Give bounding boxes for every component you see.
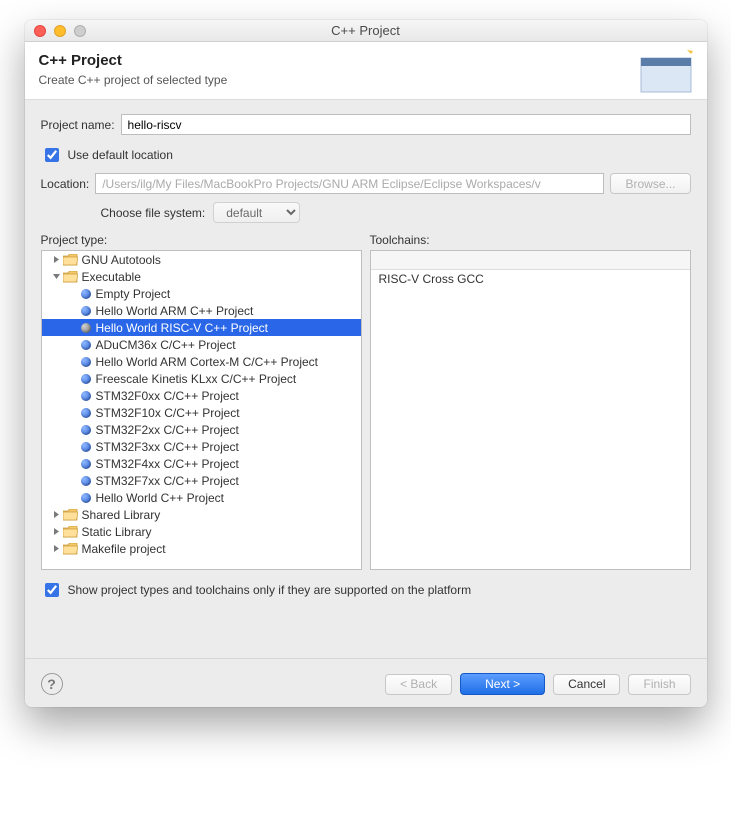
location-label: Location: xyxy=(41,177,90,191)
tree-item-label: STM32F7xx C/C++ Project xyxy=(96,474,239,488)
tree-item[interactable]: STM32F4xx C/C++ Project xyxy=(42,455,361,472)
tree-item-label: Hello World C++ Project xyxy=(96,491,225,505)
browse-button: Browse... xyxy=(610,173,690,194)
tree-item-label: Executable xyxy=(82,270,141,284)
project-template-icon xyxy=(81,306,91,316)
project-template-icon xyxy=(81,323,91,333)
project-name-input[interactable] xyxy=(121,114,691,135)
tree-item-label: Empty Project xyxy=(96,287,171,301)
page-title: C++ Project xyxy=(39,52,693,69)
dialog-header: C++ Project Create C++ project of select… xyxy=(25,42,707,100)
tree-item[interactable]: STM32F7xx C/C++ Project xyxy=(42,472,361,489)
tree-item-label: Hello World RISC-V C++ Project xyxy=(96,321,269,335)
tree-item-label: STM32F0xx C/C++ Project xyxy=(96,389,239,403)
use-default-location-label: Use default location xyxy=(68,148,173,162)
cancel-button[interactable]: Cancel xyxy=(553,674,620,695)
project-name-label: Project name: xyxy=(41,118,115,132)
titlebar: C++ Project xyxy=(25,20,707,42)
tree-item-label: Shared Library xyxy=(82,508,161,522)
tree-item[interactable]: Hello World ARM Cortex-M C/C++ Project xyxy=(42,353,361,370)
tree-item[interactable]: Empty Project xyxy=(42,285,361,302)
tree-item-label: Makefile project xyxy=(82,542,166,556)
finish-button: Finish xyxy=(628,674,690,695)
tree-item-label: Hello World ARM C++ Project xyxy=(96,304,254,318)
toolchains-list[interactable]: RISC-V Cross GCC xyxy=(370,250,691,570)
tree-item-label: Static Library xyxy=(82,525,152,539)
project-type-tree[interactable]: GNU Autotools Executable Empty Project Hel… xyxy=(41,250,362,570)
show-supported-label: Show project types and toolchains only i… xyxy=(68,583,472,597)
tree-item-label: STM32F3xx C/C++ Project xyxy=(96,440,239,454)
help-icon[interactable]: ? xyxy=(41,673,63,695)
tree-item[interactable]: GNU Autotools xyxy=(42,251,361,268)
wizard-banner-icon xyxy=(637,48,697,96)
project-template-icon xyxy=(81,493,91,503)
dialog-window: C++ Project C++ Project Create C++ proje… xyxy=(25,20,707,707)
choose-filesystem-select: default xyxy=(213,202,300,223)
tree-item-label: ADuCM36x C/C++ Project xyxy=(96,338,236,352)
back-button: < Back xyxy=(385,674,452,695)
tree-item[interactable]: Makefile project xyxy=(42,540,361,557)
next-button[interactable]: Next > xyxy=(460,673,545,695)
tree-item[interactable]: STM32F0xx C/C++ Project xyxy=(42,387,361,404)
window-zoom-button xyxy=(74,25,86,37)
dialog-body: Project name: Use default location Locat… xyxy=(25,100,707,658)
tree-item-label: STM32F2xx C/C++ Project xyxy=(96,423,239,437)
project-template-icon xyxy=(81,391,91,401)
project-template-icon xyxy=(81,476,91,486)
tree-item[interactable]: Static Library xyxy=(42,523,361,540)
project-template-icon xyxy=(81,357,91,367)
tree-item[interactable]: ADuCM36x C/C++ Project xyxy=(42,336,361,353)
use-default-location-checkbox[interactable] xyxy=(45,148,59,162)
tree-item[interactable]: Freescale Kinetis KLxx C/C++ Project xyxy=(42,370,361,387)
tree-item-label: Hello World ARM Cortex-M C/C++ Project xyxy=(96,355,319,369)
page-subtitle: Create C++ project of selected type xyxy=(39,73,693,87)
tree-item[interactable]: Shared Library xyxy=(42,506,361,523)
toolchain-item[interactable]: RISC-V Cross GCC xyxy=(371,270,690,288)
location-input xyxy=(95,173,604,194)
window-close-button[interactable] xyxy=(34,25,46,37)
toolchains-header xyxy=(371,251,690,270)
project-template-icon xyxy=(81,442,91,452)
project-template-icon xyxy=(81,408,91,418)
project-template-icon xyxy=(81,425,91,435)
project-template-icon xyxy=(81,289,91,299)
tree-item[interactable]: Hello World ARM C++ Project xyxy=(42,302,361,319)
dialog-footer: ? < Back Next > Cancel Finish xyxy=(25,658,707,707)
tree-item[interactable]: STM32F3xx C/C++ Project xyxy=(42,438,361,455)
tree-item-label: STM32F10x C/C++ Project xyxy=(96,406,240,420)
tree-item[interactable]: STM32F10x C/C++ Project xyxy=(42,404,361,421)
tree-item-label: STM32F4xx C/C++ Project xyxy=(96,457,239,471)
tree-item[interactable]: Hello World C++ Project xyxy=(42,489,361,506)
tree-item-label: GNU Autotools xyxy=(82,253,161,267)
project-template-icon xyxy=(81,374,91,384)
toolchains-label: Toolchains: xyxy=(370,233,691,247)
tree-item[interactable]: Executable xyxy=(42,268,361,285)
project-type-label: Project type: xyxy=(41,233,362,247)
window-title: C++ Project xyxy=(25,23,707,38)
project-template-icon xyxy=(81,459,91,469)
choose-filesystem-label: Choose file system: xyxy=(101,206,206,220)
tree-item-label: Freescale Kinetis KLxx C/C++ Project xyxy=(96,372,297,386)
window-minimize-button[interactable] xyxy=(54,25,66,37)
tree-item[interactable]: STM32F2xx C/C++ Project xyxy=(42,421,361,438)
project-template-icon xyxy=(81,340,91,350)
tree-item[interactable]: Hello World RISC-V C++ Project xyxy=(42,319,361,336)
show-supported-checkbox[interactable] xyxy=(45,583,59,597)
